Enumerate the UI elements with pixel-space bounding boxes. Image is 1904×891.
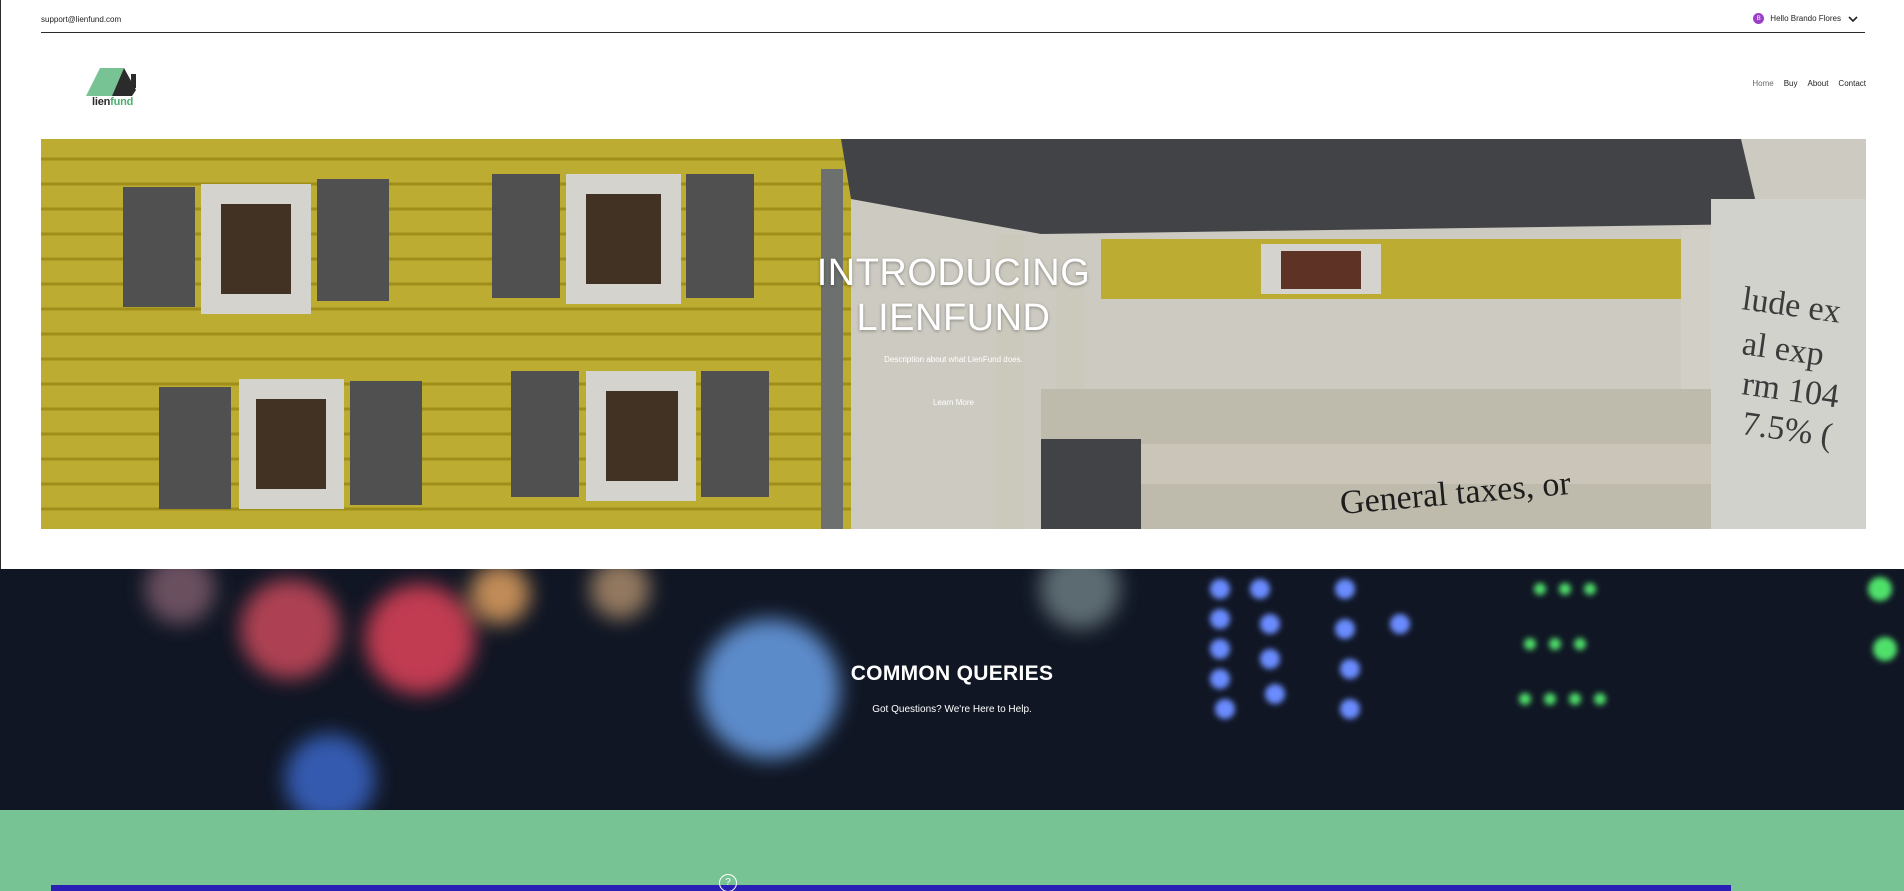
queries-subtitle: Got Questions? We're Here to Help. bbox=[872, 704, 1032, 715]
learn-more-button[interactable]: Learn More bbox=[933, 398, 974, 407]
question-icon[interactable]: ? bbox=[719, 874, 737, 891]
nav-about[interactable]: About bbox=[1808, 79, 1829, 88]
logo-wordmark[interactable]: lienfund bbox=[92, 96, 133, 108]
support-email[interactable]: support@lienfund.com bbox=[41, 15, 121, 24]
faq-green-band bbox=[0, 810, 1904, 891]
chevron-down-icon[interactable] bbox=[1847, 14, 1859, 24]
logo-text-fund: fund bbox=[110, 96, 134, 108]
user-greeting[interactable]: Hello Brando Flores bbox=[1770, 14, 1841, 23]
queries-content: COMMON QUERIES Got Questions? We're Here… bbox=[0, 662, 1904, 715]
common-queries-section: COMMON QUERIES Got Questions? We're Here… bbox=[0, 569, 1904, 810]
top-bar: support@lienfund.com B Hello Brando Flor… bbox=[41, 0, 1865, 33]
hero-title-line1: INTRODUCING bbox=[816, 252, 1091, 294]
faq-blue-strip bbox=[51, 885, 1731, 891]
hero-description: Description about what LienFund does. bbox=[884, 355, 1023, 364]
avatar[interactable]: B bbox=[1753, 13, 1765, 24]
hero-content: INTRODUCING LIENFUND Description about w… bbox=[41, 251, 1866, 410]
logo-text-lien: lien bbox=[92, 96, 111, 108]
main-nav: Home Buy About Contact bbox=[1752, 79, 1866, 88]
queries-title: COMMON QUERIES bbox=[850, 662, 1054, 685]
user-menu[interactable]: B Hello Brando Flores bbox=[1753, 13, 1859, 24]
nav-contact[interactable]: Contact bbox=[1838, 79, 1866, 88]
hero-title: INTRODUCING LIENFUND bbox=[41, 251, 1866, 341]
nav-home[interactable]: Home bbox=[1752, 79, 1773, 88]
nav-buy[interactable]: Buy bbox=[1784, 79, 1798, 88]
hero-banner: lude ex al exp rm 104 7.5% ( General tax… bbox=[41, 139, 1866, 529]
hero-title-line2: LIENFUND bbox=[856, 297, 1051, 339]
